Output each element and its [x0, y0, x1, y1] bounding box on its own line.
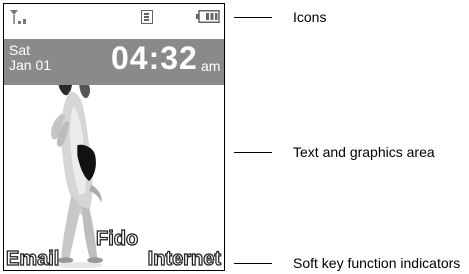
time-display: 04:32 [111, 40, 198, 76]
callout-label-text-area: Text and graphics area [293, 144, 435, 160]
status-bar [4, 4, 224, 39]
signal-icon [10, 10, 26, 24]
ampm-indicator: am [201, 58, 221, 74]
date-display: Sat Jan 01 [9, 43, 51, 73]
callout-line-icons [234, 17, 272, 18]
battery-icon [196, 10, 220, 23]
callout-line-text-area [234, 152, 272, 153]
date-text: Jan 01 [9, 57, 52, 73]
callout-line-soft-keys [234, 263, 272, 264]
callout-label-icons: Icons [293, 9, 327, 25]
message-icon [141, 10, 153, 24]
callout-label-soft-keys: Soft key function indicators [293, 255, 461, 271]
weekday-text: Sat [9, 42, 31, 58]
phone-screen: Sat Jan 01 04:32 am Fido Email Internet [3, 3, 225, 271]
wallpaper-name-label: Fido [95, 227, 139, 250]
soft-key-right[interactable]: Internet [147, 247, 222, 270]
wallpaper-area: Fido Email Internet [4, 85, 224, 270]
soft-key-left[interactable]: Email [5, 247, 60, 270]
clock-bar: Sat Jan 01 04:32 am [4, 39, 224, 85]
